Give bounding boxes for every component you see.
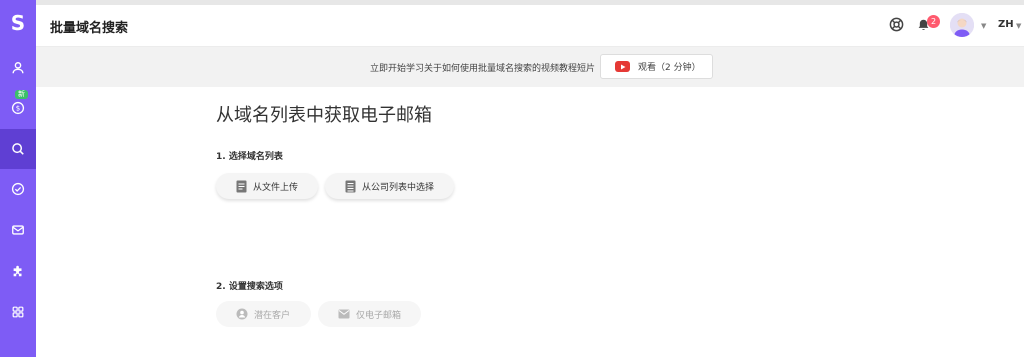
tutorial-banner: 立即开始学习关于如何使用批量域名搜索的视频教程短片 观看（2 分钟）: [36, 47, 1024, 87]
mail-icon: [12, 225, 24, 235]
prospects-option-button[interactable]: 潜在客户: [216, 301, 311, 327]
puzzle-icon: [13, 265, 22, 277]
sidebar-item-apps[interactable]: [0, 292, 36, 332]
prospects-option-label: 潜在客户: [254, 310, 291, 321]
sidebar: S 新 $: [0, 0, 36, 357]
user-avatar-icon: [950, 13, 974, 37]
sidebar-item-verify[interactable]: [0, 169, 36, 209]
company-list-label: 从公司列表中选择: [362, 182, 435, 193]
person-circle-icon: [236, 308, 248, 320]
step2-label: 2. 设置搜索选项: [216, 282, 283, 292]
upload-file-label: 从文件上传: [253, 182, 299, 193]
step1-label: 1. 选择域名列表: [216, 152, 283, 162]
sidebar-item-mail[interactable]: [0, 210, 36, 250]
avatar[interactable]: [950, 13, 974, 37]
company-list-button[interactable]: 从公司列表中选择: [325, 173, 454, 199]
banner-text: 立即开始学习关于如何使用批量域名搜索的视频教程短片: [370, 64, 596, 74]
envelope-icon: [338, 309, 350, 319]
help-button[interactable]: [886, 14, 906, 34]
notification-count-badge: 2: [927, 15, 940, 28]
search-icon: [12, 143, 24, 155]
chevron-down-icon[interactable]: ▼: [1016, 22, 1021, 30]
document-icon: [236, 180, 247, 192]
youtube-icon: [615, 61, 630, 72]
language-selector[interactable]: ZH: [998, 19, 1014, 30]
sidebar-item-profile[interactable]: [0, 48, 36, 88]
sidebar-item-search[interactable]: [0, 129, 36, 169]
page-title: 批量域名搜索: [50, 21, 129, 36]
svg-text:$: $: [16, 105, 20, 113]
list-document-icon: [345, 180, 356, 192]
sidebar-item-extensions[interactable]: [0, 251, 36, 291]
apps-grid-icon: [12, 306, 24, 318]
upload-file-button[interactable]: 从文件上传: [216, 173, 318, 199]
watch-video-button[interactable]: 观看（2 分钟）: [600, 54, 713, 79]
app-logo[interactable]: S: [0, 6, 36, 40]
check-circle-icon: [11, 182, 25, 196]
main-heading: 从域名列表中获取电子邮箱: [216, 105, 432, 126]
emails-only-option-label: 仅电子邮箱: [356, 310, 402, 321]
watch-video-label: 观看（2 分钟）: [638, 63, 701, 73]
sidebar-item-credits[interactable]: $: [0, 88, 36, 128]
emails-only-option-button[interactable]: 仅电子邮箱: [318, 301, 421, 327]
lifebuoy-icon: [889, 17, 903, 31]
chevron-down-icon[interactable]: ▼: [981, 22, 986, 30]
user-icon: [12, 62, 24, 74]
top-bar: 批量域名搜索: [36, 0, 1024, 47]
credits-icon: $: [11, 101, 25, 115]
